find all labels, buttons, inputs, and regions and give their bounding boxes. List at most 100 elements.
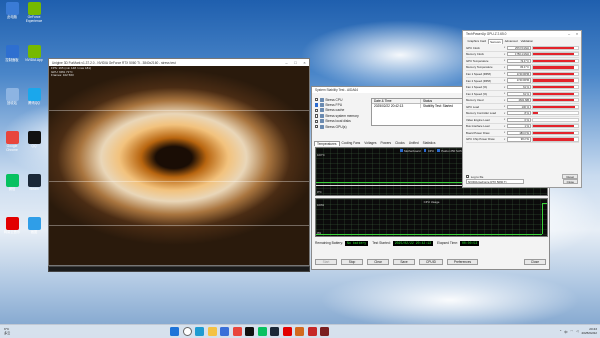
tab-voltages[interactable]: Voltages <box>362 141 378 146</box>
tab-sensors[interactable]: Sensors <box>487 39 504 44</box>
stress-checkbox[interactable] <box>315 125 319 129</box>
reset-button[interactable]: Reset <box>562 174 578 179</box>
sensor-label[interactable]: Board Power Draw <box>466 131 504 135</box>
stop-button[interactable]: Stop <box>341 259 363 265</box>
store-icon[interactable] <box>220 327 229 336</box>
chrome-icon[interactable] <box>232 327 242 336</box>
edge-icon[interactable] <box>195 327 204 336</box>
desktop-icon[interactable]: 控制面板 <box>1 45 23 63</box>
windows-icon[interactable] <box>170 327 179 336</box>
desktop-icon[interactable]: Steam <box>23 174 45 192</box>
gpuz-titlebar[interactable]: TechPowerUp GPU-Z 2.65.0 – × <box>463 31 581 37</box>
minimize-icon[interactable]: – <box>282 60 291 65</box>
gpuz-close-button[interactable]: Close <box>562 179 578 184</box>
tab-cooling-fans[interactable]: Cooling Fans <box>340 141 363 146</box>
stress-option-label: Stress cache <box>325 108 345 113</box>
sensor-label[interactable]: GPU Clock <box>466 46 504 50</box>
tab-powers[interactable]: Powers <box>379 141 394 146</box>
furmark-window[interactable]: Unigine 3D FurMark v1.37.2.0 - NVIDIA Ge… <box>48 58 310 266</box>
sensor-graph <box>532 98 579 103</box>
volume-icon[interactable]: ◁ <box>576 329 578 333</box>
sensor-label[interactable]: GPU Chip Power Draw <box>466 137 504 141</box>
sensor-label[interactable]: Memory Controller Load <box>466 111 504 115</box>
desktop-icon[interactable]: 此电脑 <box>1 2 23 20</box>
stress-option[interactable]: Stress GPU(s) <box>315 124 371 129</box>
sensor-value: 2572.5 MHz <box>507 45 531 50</box>
desktop-icon[interactable]: 网易云音乐 <box>1 217 23 235</box>
close-icon[interactable]: × <box>300 60 309 65</box>
stress-checkbox[interactable] <box>315 114 319 118</box>
chip-icon <box>319 97 324 102</box>
desktop-icon[interactable]: 画图 <box>23 217 45 235</box>
desktop-icon-label: 回收站 <box>7 101 17 105</box>
weather-widget[interactable]: 9°C 多云 <box>4 327 10 335</box>
steam-icon[interactable] <box>270 327 279 336</box>
aida64-icon[interactable] <box>307 327 317 336</box>
sensor-graph <box>532 52 579 57</box>
search-icon[interactable] <box>182 327 192 336</box>
minimize-icon[interactable]: – <box>565 32 573 36</box>
desktop-icon[interactable]: QQ <box>23 131 45 149</box>
cpuid-button[interactable]: CPUID <box>419 259 443 265</box>
app-icon <box>5 174 19 187</box>
legend-motherboard[interactable]: Motherboard <box>399 149 421 153</box>
desktop-icon[interactable]: NVIDIA App <box>23 45 45 63</box>
stress-checkbox[interactable] <box>315 103 319 107</box>
tab-unified[interactable]: Unified <box>407 141 421 146</box>
explorer-icon[interactable] <box>207 327 217 336</box>
desktop-icon[interactable]: GeForce Experience <box>23 2 45 23</box>
legend-ssd[interactable]: Patriot 250 SATA <box>436 149 463 153</box>
tab-temperatures[interactable]: Temperatures <box>314 141 340 146</box>
chevron-up-icon[interactable]: ^ <box>560 329 561 333</box>
legend-cpu[interactable]: CPU <box>423 149 434 153</box>
sensor-label[interactable]: Bus Interface Load <box>466 124 504 128</box>
furmark-titlebar[interactable]: Unigine 3D FurMark v1.37.2.0 - NVIDIA Ge… <box>49 59 309 66</box>
column-header-datetime: Date & Time <box>374 98 392 103</box>
sensor-graph-fill <box>533 99 574 102</box>
gpu-select[interactable]: NVIDIA GeForce RTX 5060 Ti <box>466 179 524 184</box>
preferences-button[interactable]: Preferences <box>446 259 479 265</box>
desktop-icon[interactable]: Google Chrome <box>1 131 23 152</box>
sensor-value: 61 % <box>507 84 531 90</box>
sensor-label[interactable]: GPU Load <box>466 105 504 109</box>
stress-checkbox[interactable] <box>315 108 319 113</box>
save-button[interactable]: Save <box>393 259 415 265</box>
close-button[interactable]: Close <box>523 259 546 265</box>
sensor-label[interactable]: Memory Clock <box>466 52 504 56</box>
stress-checkbox[interactable] <box>315 119 319 123</box>
sensor-label[interactable]: Memory Used <box>466 98 504 102</box>
sensor-label[interactable]: Memory Temperature <box>466 65 504 69</box>
sensor-label[interactable]: Fan 1 Speed (RPM) <box>466 72 504 76</box>
desktop-icon[interactable]: 微信 <box>1 174 23 192</box>
stress-checkbox[interactable] <box>315 98 319 102</box>
qq-icon[interactable] <box>245 327 254 336</box>
clock[interactable]: 20:43 2025/02/22 <box>582 327 597 335</box>
desktop-icon[interactable]: 腾讯QQ <box>23 88 45 106</box>
tab-clocks[interactable]: Clocks <box>393 141 407 146</box>
log-to-file-checkbox[interactable] <box>466 174 470 179</box>
netease-icon[interactable] <box>282 327 292 336</box>
tab-validation[interactable]: Validation <box>519 39 534 44</box>
furmark-icon[interactable] <box>295 327 304 336</box>
sensor-label[interactable]: Video Engine Load <box>466 118 504 122</box>
close-icon[interactable]: × <box>573 32 581 36</box>
gpuz-icon[interactable] <box>320 327 329 336</box>
sensor-label[interactable]: Fan 2 Speed (%) <box>466 92 504 96</box>
desktop-icon[interactable]: 回收站 <box>1 88 23 106</box>
sensor-label[interactable]: Fan 2 Speed (RPM) <box>466 79 504 83</box>
maximize-icon[interactable]: □ <box>291 60 300 65</box>
wifi-icon[interactable]: ◠ <box>570 329 573 333</box>
tab-advanced[interactable]: Advanced <box>503 39 519 44</box>
sensor-graph-fill <box>533 92 574 95</box>
wechat-icon[interactable] <box>257 327 267 336</box>
clear-button[interactable]: Clear <box>367 259 389 265</box>
stress-options: Stress CPU Stress FPU Stress cache Stress s… <box>315 97 371 129</box>
tab-statistics[interactable]: Statistics <box>421 141 438 146</box>
input-language[interactable]: 中 <box>564 329 567 334</box>
sensor-value: 1 % <box>507 124 531 129</box>
gpuz-window[interactable]: TechPowerUp GPU-Z 2.65.0 – × Graphics Ca… <box>462 30 582 188</box>
sensor-label[interactable]: Fan 1 Speed (%) <box>466 85 504 89</box>
start-button[interactable]: Start <box>315 259 337 265</box>
tab-graphics-card[interactable]: Graphics Card <box>466 39 488 44</box>
sensor-label[interactable]: GPU Temperature <box>466 59 504 63</box>
